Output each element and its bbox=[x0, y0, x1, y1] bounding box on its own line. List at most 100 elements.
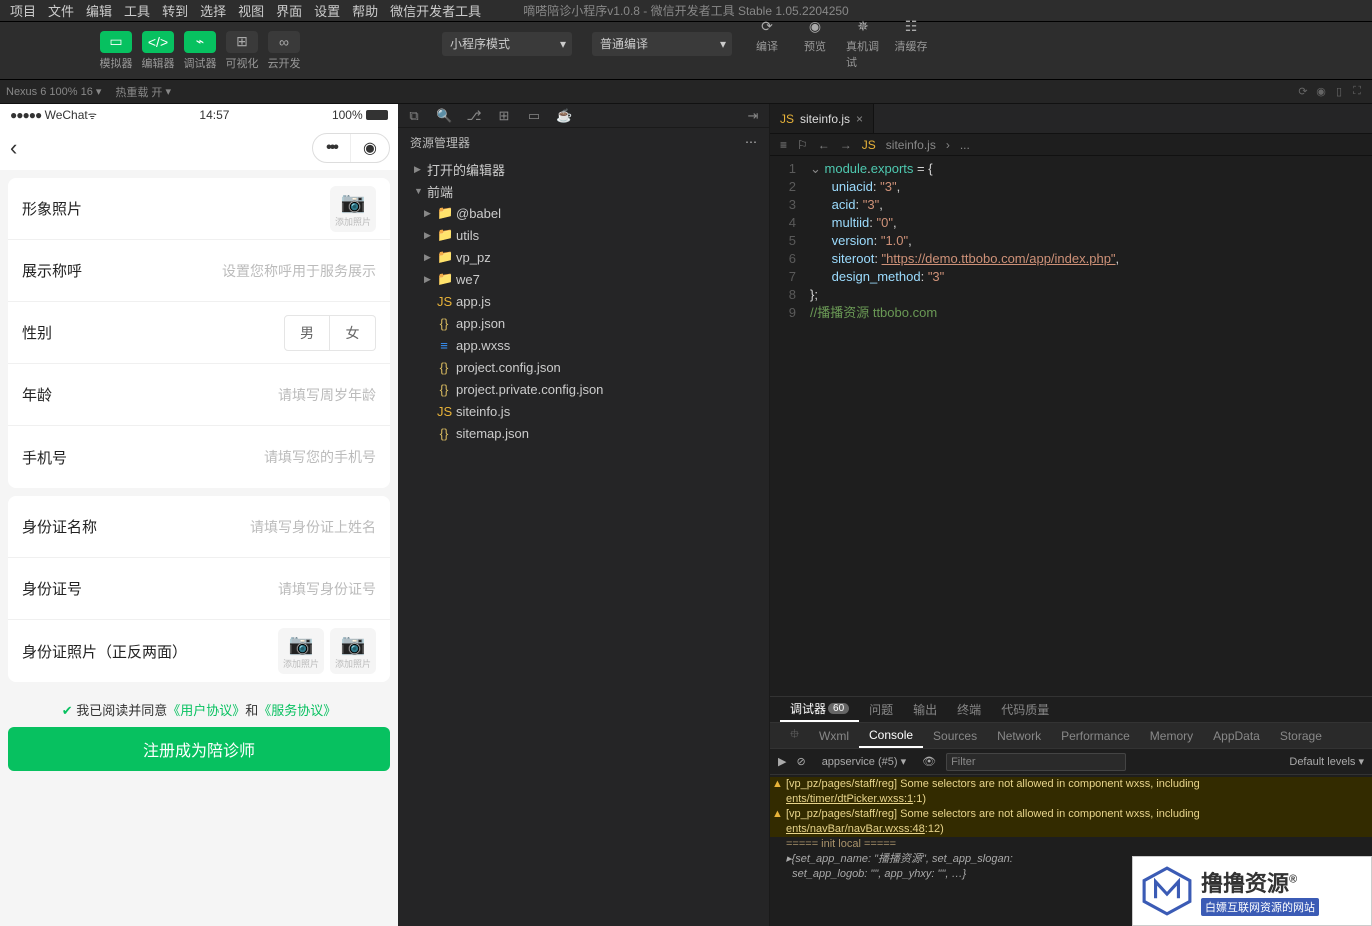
refresh-icon[interactable]: ⟳ bbox=[1294, 85, 1312, 98]
tel-input[interactable]: 请填写您的手机号 bbox=[67, 447, 376, 467]
battery-icon bbox=[366, 110, 388, 120]
idphoto-back[interactable]: 📷添加照片 bbox=[330, 628, 376, 674]
menu-view[interactable]: 视图 bbox=[232, 1, 270, 20]
folder-vppz[interactable]: ▶📁vp_pz bbox=[408, 246, 769, 268]
tool-editor[interactable]: </>编辑器 bbox=[140, 31, 176, 71]
console-stop-icon[interactable]: ⊘ bbox=[796, 755, 805, 768]
dt-performance[interactable]: Performance bbox=[1051, 723, 1140, 748]
folder-utils[interactable]: ▶📁utils bbox=[408, 224, 769, 246]
explorer-icon-bar: ⧉ 🔍 ⎇ ⊞ ▭ ☕ ⇥ bbox=[398, 104, 769, 128]
list-icon[interactable]: ≡ bbox=[780, 138, 787, 152]
dbg-tab-terminal[interactable]: 终端 bbox=[947, 697, 991, 722]
tool-debugger[interactable]: ⌁调试器 bbox=[182, 31, 218, 71]
remote-debug-button[interactable]: ✵真机调试 bbox=[846, 17, 880, 70]
tool-visual[interactable]: ⊞可视化 bbox=[224, 31, 260, 71]
dt-sources[interactable]: Sources bbox=[923, 723, 987, 748]
dt-wxml[interactable]: Wxml bbox=[809, 723, 859, 748]
nav-fwd-icon[interactable]: → bbox=[840, 138, 852, 152]
hotreload-toggle[interactable]: 热重载 开 ▾ bbox=[115, 84, 171, 100]
menu-settings[interactable]: 设置 bbox=[308, 1, 346, 20]
ext2-icon[interactable]: ▭ bbox=[526, 108, 542, 124]
search-icon[interactable]: 🔍 bbox=[436, 108, 452, 124]
compile-dropdown[interactable]: 普通编译▾ bbox=[592, 32, 732, 56]
idphoto-front[interactable]: 📷添加照片 bbox=[278, 628, 324, 674]
file-sitemap[interactable]: {}sitemap.json bbox=[408, 422, 769, 444]
menu-select[interactable]: 选择 bbox=[194, 1, 232, 20]
dt-memory[interactable]: Memory bbox=[1140, 723, 1203, 748]
menu-project[interactable]: 项目 bbox=[4, 1, 42, 20]
log-levels[interactable]: Default levels ▾ bbox=[1289, 755, 1364, 768]
menu-tools[interactable]: 工具 bbox=[118, 1, 156, 20]
user-agreement-link[interactable]: 《用户协议》 bbox=[167, 703, 245, 718]
mode-dropdown[interactable]: 小程序模式▾ bbox=[442, 32, 572, 56]
ext3-icon[interactable]: ☕ bbox=[556, 108, 572, 124]
idno-input[interactable]: 请填写身份证号 bbox=[82, 579, 376, 599]
open-editors-section[interactable]: ▶打开的编辑器 bbox=[408, 158, 769, 180]
console-clear-icon[interactable]: ▶ bbox=[778, 755, 786, 768]
files-icon[interactable]: ⧉ bbox=[406, 108, 422, 124]
capsule-menu[interactable]: ••• bbox=[313, 134, 351, 162]
toolbar: ▭模拟器 </>编辑器 ⌁调试器 ⊞可视化 ∞云开发 小程序模式▾ 普通编译▾ … bbox=[0, 22, 1372, 80]
gender-male[interactable]: 男 bbox=[284, 315, 330, 351]
back-button[interactable]: ‹ bbox=[10, 135, 17, 161]
check-icon: ✔ bbox=[62, 703, 73, 718]
capsule-close[interactable]: ◉ bbox=[351, 134, 389, 162]
preview-button[interactable]: ◉预览 bbox=[798, 17, 832, 70]
menu-devtools[interactable]: 微信开发者工具 bbox=[384, 1, 487, 20]
tool-cloud[interactable]: ∞云开发 bbox=[266, 31, 302, 71]
folder-we7[interactable]: ▶📁we7 bbox=[408, 268, 769, 290]
compile-button[interactable]: ⟳编译 bbox=[750, 17, 784, 70]
menu-ui[interactable]: 界面 bbox=[270, 1, 308, 20]
file-projectconfig[interactable]: {}project.config.json bbox=[408, 356, 769, 378]
dbg-tab-problems[interactable]: 问题 bbox=[859, 697, 903, 722]
file-siteinfo[interactable]: JSsiteinfo.js bbox=[408, 400, 769, 422]
dbg-tab-debugger[interactable]: 调试器60 bbox=[780, 697, 859, 722]
file-appjs[interactable]: JSapp.js bbox=[408, 290, 769, 312]
file-appwxss[interactable]: ≡app.wxss bbox=[408, 334, 769, 356]
submit-button[interactable]: 注册成为陪诊师 bbox=[8, 727, 390, 771]
console-filter[interactable]: Filter bbox=[946, 753, 1126, 771]
dt-console[interactable]: Console bbox=[859, 723, 923, 748]
project-root[interactable]: ▼前端 bbox=[408, 180, 769, 202]
dbg-tab-output[interactable]: 输出 bbox=[903, 697, 947, 722]
file-projectprivate[interactable]: {}project.private.config.json bbox=[408, 378, 769, 400]
clear-cache-button[interactable]: ☷清缓存 bbox=[894, 17, 928, 70]
menu-file[interactable]: 文件 bbox=[42, 1, 80, 20]
service-agreement-link[interactable]: 《服务协议》 bbox=[258, 703, 336, 718]
phone-icon[interactable]: ▯ bbox=[1330, 85, 1348, 98]
tool-simulator[interactable]: ▭模拟器 bbox=[98, 31, 134, 71]
bookmark-icon[interactable]: ⚐ bbox=[797, 138, 808, 152]
name-input[interactable]: 设置您称呼用于服务展示 bbox=[82, 261, 376, 281]
file-appjson[interactable]: {}app.json bbox=[408, 312, 769, 334]
menu-goto[interactable]: 转到 bbox=[156, 1, 194, 20]
device-selector[interactable]: Nexus 6 100% 16 ▾ bbox=[6, 85, 101, 98]
breadcrumb[interactable]: siteinfo.js bbox=[886, 138, 936, 152]
ext1-icon[interactable]: ⊞ bbox=[496, 108, 512, 124]
context-selector[interactable]: appservice (#5) ▾ bbox=[816, 755, 912, 768]
idname-input[interactable]: 请填写身份证上姓名 bbox=[97, 517, 376, 537]
agreement-row[interactable]: ✔ 我已阅读并同意《用户协议》和《服务协议》 bbox=[0, 690, 398, 727]
eye-icon[interactable]: 👁 bbox=[922, 755, 936, 768]
inspect-icon[interactable]: ⯐ bbox=[780, 723, 809, 748]
close-icon[interactable]: × bbox=[856, 112, 863, 126]
dbg-tab-quality[interactable]: 代码质量 bbox=[991, 697, 1059, 722]
gender-female[interactable]: 女 bbox=[330, 315, 376, 351]
branch-icon[interactable]: ⎇ bbox=[466, 108, 482, 124]
dt-network[interactable]: Network bbox=[987, 723, 1051, 748]
age-input[interactable]: 请填写周岁年龄 bbox=[52, 385, 376, 405]
editor-tab-siteinfo[interactable]: JSsiteinfo.js× bbox=[770, 104, 874, 133]
dt-appdata[interactable]: AppData bbox=[1203, 723, 1270, 748]
record-icon[interactable]: ◉ bbox=[1312, 85, 1330, 98]
menu-help[interactable]: 帮助 bbox=[346, 1, 384, 20]
phone-status-bar: ●●●●● WeChatᯤ 14:57 100% bbox=[0, 104, 398, 126]
photo-upload[interactable]: 📷添加照片 bbox=[330, 186, 376, 232]
code-editor[interactable]: 1⌄ module.exports = { 2 uniacid: "3", 3 … bbox=[770, 156, 1372, 696]
folder-babel[interactable]: ▶📁@babel bbox=[408, 202, 769, 224]
expand-icon[interactable]: ⛶ bbox=[1348, 85, 1366, 98]
nav-back-icon[interactable]: ← bbox=[818, 138, 830, 152]
menu-edit[interactable]: 编辑 bbox=[80, 1, 118, 20]
dt-storage[interactable]: Storage bbox=[1270, 723, 1332, 748]
page-body[interactable]: 形象照片📷添加照片 展示称呼设置您称呼用于服务展示 性别男女 年龄请填写周岁年龄… bbox=[0, 170, 398, 926]
split-icon[interactable]: ⇥ bbox=[745, 108, 761, 124]
more-icon[interactable]: ⋯ bbox=[745, 135, 757, 149]
